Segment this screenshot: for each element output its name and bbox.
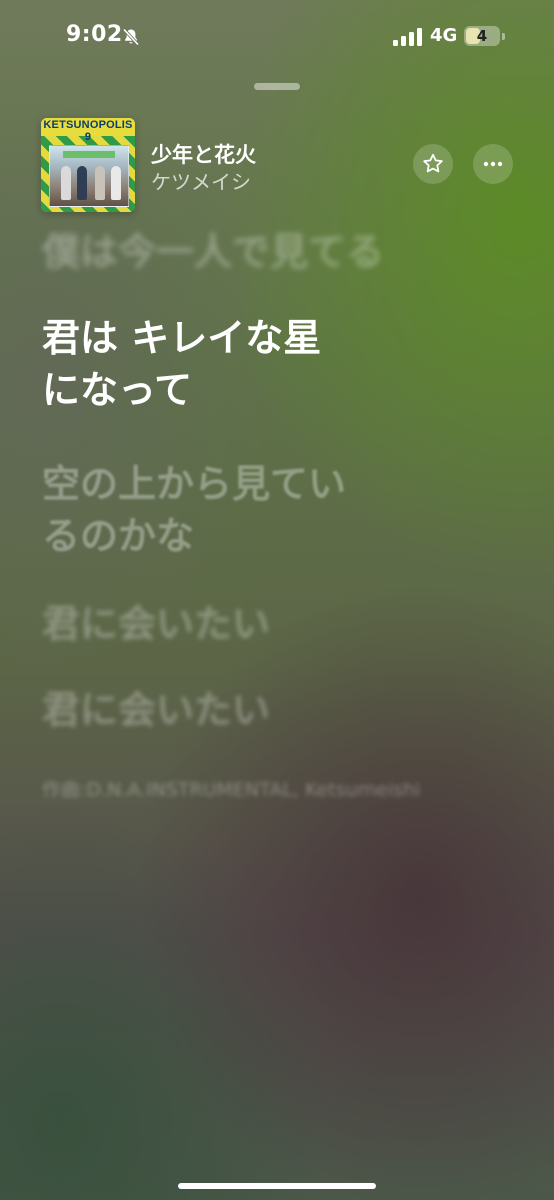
- songwriter-credits: 作曲:D.N.A.INSTRUMENTAL, Ketsumeishi: [42, 779, 421, 801]
- sheet-grabber[interactable]: [254, 83, 300, 90]
- track-title[interactable]: 少年と花火: [151, 139, 256, 169]
- battery-level: 4: [476, 27, 488, 45]
- album-shop-sign: [63, 151, 115, 158]
- star-icon: [423, 153, 443, 173]
- bell-slash-icon: [122, 28, 140, 46]
- lyric-line-current[interactable]: 君は キレイな星になって: [42, 312, 342, 416]
- lyric-line-upcoming[interactable]: 空の上から見ているのかな: [42, 458, 362, 562]
- album-figure: [95, 166, 105, 200]
- status-time: 9:02: [66, 22, 123, 47]
- battery-cap: [502, 33, 505, 40]
- track-artist[interactable]: ケツメイシ: [151, 166, 251, 195]
- battery-icon: 4: [464, 26, 500, 46]
- status-bar: 9:02 4G 4: [0, 0, 554, 76]
- lyric-line-upcoming[interactable]: 君に会いたい: [42, 598, 512, 650]
- album-artwork-text: KETSUNOPOLIS 9: [43, 119, 133, 143]
- album-figure: [77, 166, 87, 200]
- cellular-signal-icon: [393, 28, 422, 46]
- lyric-line-past[interactable]: 僕は今一人で見てる: [42, 226, 512, 278]
- album-figure: [111, 166, 121, 200]
- album-figure: [61, 166, 71, 200]
- network-type: 4G: [430, 25, 458, 46]
- more-options-button[interactable]: [473, 144, 513, 184]
- home-indicator[interactable]: [178, 1183, 376, 1189]
- lyric-line-upcoming[interactable]: 君に会いたい: [42, 684, 512, 736]
- ellipsis-icon: [483, 161, 503, 167]
- album-artwork[interactable]: KETSUNOPOLIS 9: [41, 118, 135, 212]
- favorite-button[interactable]: [413, 144, 453, 184]
